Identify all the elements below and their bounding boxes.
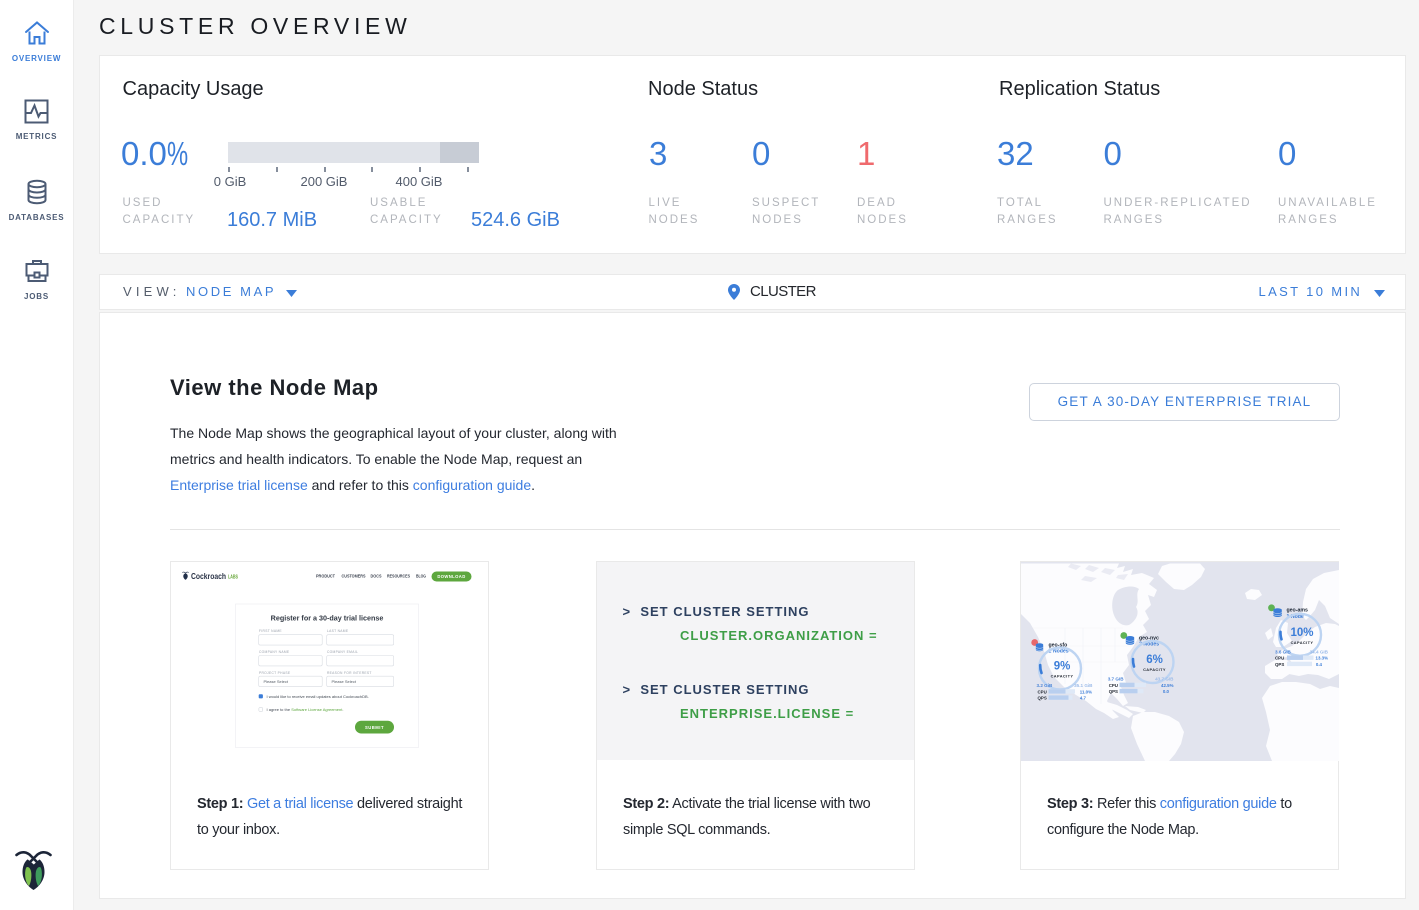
svg-text:REASON FOR INTEREST: REASON FOR INTEREST [327,671,372,675]
svg-text:CPU: CPU [1038,689,1047,694]
svg-text:43.7 GiB: 43.7 GiB [1155,677,1174,682]
svg-text:35.1 GiB: 35.1 GiB [1074,683,1093,688]
svg-text:PROJECT PHASE: PROJECT PHASE [259,671,291,675]
svg-text:COMPANY NAME: COMPANY NAME [259,650,290,654]
svg-text:QPS: QPS [1275,662,1284,667]
svg-text:SUBMIT: SUBMIT [365,725,384,730]
svg-text:PRODUCT: PRODUCT [316,574,335,579]
svg-text:CUSTOMERS: CUSTOMERS [342,574,366,579]
svg-text:CPU: CPU [1109,683,1118,688]
svg-text:42.5%: 42.5% [1161,683,1174,688]
svg-text:Register for a 30-day trial li: Register for a 30-day trial license [271,614,384,623]
svg-text:4.7: 4.7 [1080,696,1087,701]
svg-text:Cockroach: Cockroach [191,571,226,581]
svg-text:CAPACITY: CAPACITY [1143,667,1166,672]
svg-text:6%: 6% [1146,654,1163,666]
svg-text:0.4: 0.4 [1316,662,1323,667]
svg-text:10%: 10% [1290,627,1313,639]
svg-text:BLOG: BLOG [416,574,426,579]
svg-text:LAST NAME: LAST NAME [327,629,349,633]
svg-text:FIRST NAME: FIRST NAME [259,629,282,633]
svg-text:COMPANY EMAIL: COMPANY EMAIL [327,650,358,654]
svg-text:CAPACITY: CAPACITY [1291,640,1314,645]
svg-text:DOCS: DOCS [371,574,382,579]
svg-text:LABS: LABS [228,575,238,581]
svg-text:DOWNLOAD: DOWNLOAD [437,574,465,579]
svg-text:CAPACITY: CAPACITY [1051,674,1074,679]
svg-text:I agree to the Software Licens: I agree to the Software License Agreemen… [267,707,344,712]
svg-text:11.0%: 11.0% [1080,689,1092,694]
svg-text:RESOURCES: RESOURCES [387,574,410,579]
svg-text:QPS: QPS [1109,689,1118,694]
svg-text:Please Select: Please Select [332,679,357,684]
svg-text:3.7 GiB: 3.7 GiB [1108,677,1125,682]
svg-text:CPU: CPU [1275,656,1284,661]
svg-text:3.2 GiB: 3.2 GiB [1037,683,1054,688]
svg-text:geo-ams: geo-ams [1287,608,1308,614]
svg-text:13.3%: 13.3% [1316,656,1329,661]
svg-text:34.4 GiB: 34.4 GiB [1310,649,1329,654]
svg-text:0.0: 0.0 [1163,689,1170,694]
svg-text:9%: 9% [1054,661,1071,673]
svg-text:Please Select: Please Select [264,679,289,684]
svg-text:QPS: QPS [1038,696,1047,701]
svg-text:I would like to receive email: I would like to receive email updates ab… [267,694,369,699]
svg-text:3.6 GiB: 3.6 GiB [1275,649,1292,654]
